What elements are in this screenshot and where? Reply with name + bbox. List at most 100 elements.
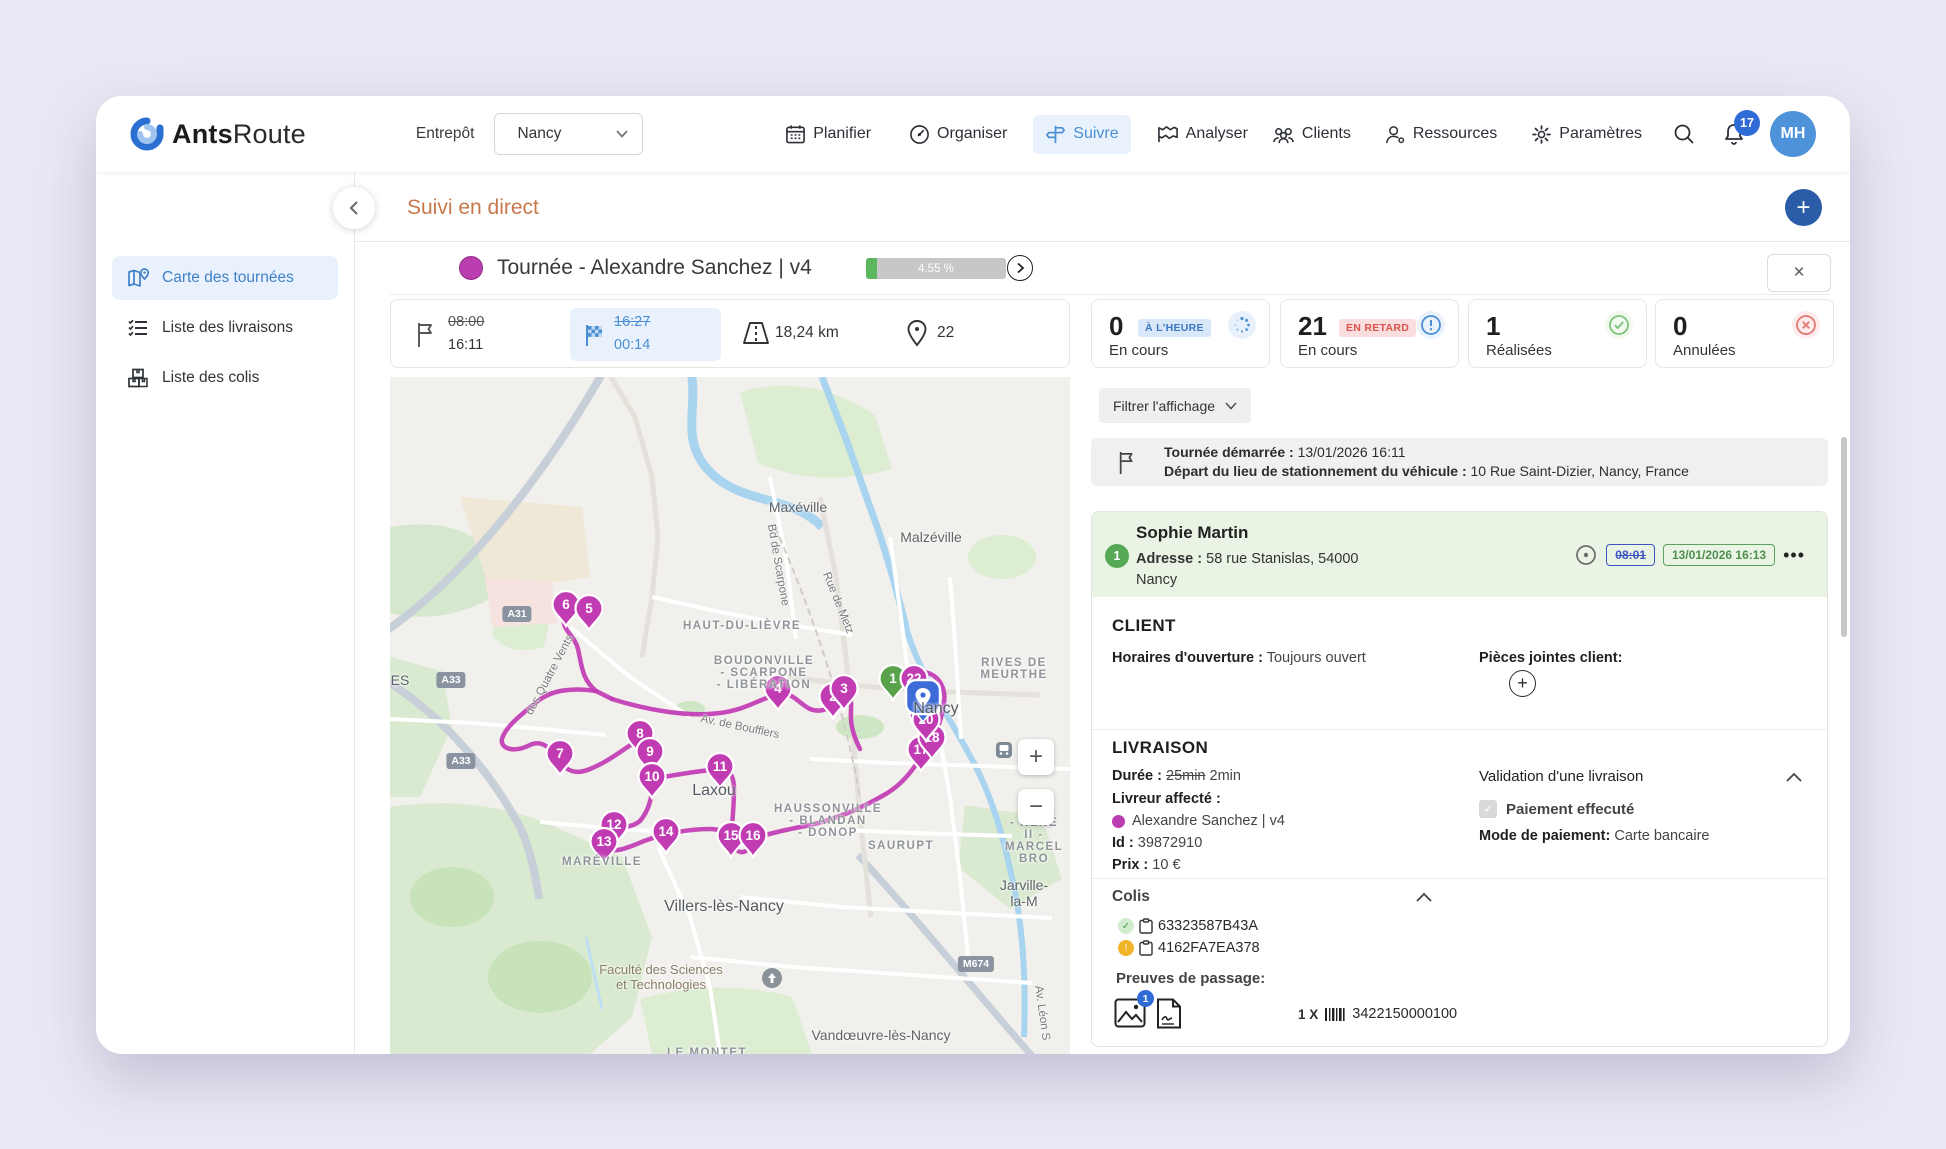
actual-start-time: 16:11 — [448, 334, 484, 357]
map-canvas[interactable]: 654237891011121314151612219171820 Maxévi… — [390, 377, 1070, 1054]
panel-scrollbar[interactable] — [1841, 437, 1847, 637]
road-shield-M674: M674 — [958, 956, 994, 972]
spinner-icon — [1228, 311, 1256, 339]
nav-analyser[interactable]: Analyser — [1145, 115, 1260, 154]
add-button[interactable]: + — [1785, 189, 1822, 226]
filter-display-button[interactable]: Filtrer l'affichage — [1099, 388, 1251, 423]
client-attachments-label: Pièces jointes client: — [1479, 650, 1622, 666]
sidebar-item-liste-des-colis[interactable]: Liste des colis — [112, 356, 338, 400]
stops-pin-icon — [905, 319, 929, 352]
status-card-done: 1 Réalisées — [1468, 299, 1647, 368]
late-label: En cours — [1298, 342, 1357, 359]
delivery-id: Id : 39872910 — [1112, 835, 1202, 851]
map-label: Av. de Boufflers — [700, 713, 781, 741]
chevron-up-icon[interactable] — [1786, 772, 1802, 782]
map-label: Vandœuvre-lès-Nancy — [811, 1027, 950, 1043]
brand-name: AntsRoute — [172, 119, 306, 150]
map-label: HAUT-DU-LIÈVRE — [683, 620, 801, 632]
start-times: 08:00 16:11 — [448, 311, 484, 357]
planned-time-badge: 08:01 — [1606, 544, 1655, 566]
cancel-circle-icon — [1792, 311, 1820, 339]
map-label: Bd de Scarpone — [765, 523, 791, 606]
parcel-row[interactable]: ! 4162FA7EA378 — [1118, 940, 1260, 956]
route-header: Tournée - Alexandre Sanchez | v4 4.55 % … — [355, 242, 1850, 294]
nav-parametres[interactable]: Paramètres — [1519, 115, 1654, 154]
chart-flag-icon — [1157, 124, 1179, 145]
clipboard-icon — [1139, 918, 1153, 934]
collapse-sidebar-button[interactable] — [333, 187, 375, 229]
stop-menu-button[interactable]: ••• — [1783, 545, 1805, 566]
status-card-on-time: 0 À L'HEURE En cours — [1091, 299, 1270, 368]
chevron-right-icon — [1016, 262, 1025, 274]
on-time-label: En cours — [1109, 342, 1168, 359]
nav-clients[interactable]: Clients — [1260, 115, 1363, 154]
clients-icon — [1272, 124, 1295, 145]
tour-start-info: Tournée démarrée : 13/01/2026 16:11 Dépa… — [1091, 438, 1828, 486]
nav-planifier[interactable]: Planifier — [773, 115, 883, 154]
tour-departure-line: Départ du lieu de stationnement du véhic… — [1164, 462, 1689, 481]
search-button[interactable] — [1664, 114, 1704, 154]
map-label: Av. Léon S — [1032, 985, 1052, 1041]
route-next-button[interactable] — [1007, 255, 1033, 281]
add-attachment-button[interactable]: + — [1509, 670, 1536, 697]
close-panel-button[interactable]: × — [1767, 254, 1831, 292]
late-count: 21 — [1298, 311, 1327, 342]
stop-header[interactable]: 1 Sophie Martin Adresse : 58 rue Stanisl… — [1092, 512, 1827, 597]
sidebar-item-liste-des-livraisons[interactable]: Liste des livraisons — [112, 306, 338, 350]
sidebar-item-carte-des-tournees[interactable]: Carte des tournées — [112, 256, 338, 300]
road-shield-A31: A31 — [502, 606, 531, 622]
ressources-icon — [1385, 124, 1406, 145]
stop-name: Sophie Martin — [1136, 523, 1248, 543]
checklist-icon — [126, 316, 150, 340]
stop-detail-card: 1 Sophie Martin Adresse : 58 rue Stanisl… — [1091, 511, 1828, 1047]
parcel-code: 63323587B43A — [1158, 918, 1258, 934]
proof-photo-button[interactable]: 1 — [1114, 998, 1146, 1033]
entrepot-label: Entrepôt — [416, 125, 475, 143]
done-count: 1 — [1486, 311, 1500, 342]
antsroute-logo-icon — [130, 117, 164, 151]
client-heading: CLIENT — [1112, 616, 1176, 636]
map-zoom-out-button[interactable]: − — [1018, 789, 1054, 825]
nav-suivre[interactable]: Suivre — [1033, 115, 1130, 154]
nav-organiser[interactable]: Organiser — [897, 115, 1019, 154]
avatar[interactable]: MH — [1770, 111, 1816, 157]
remaining-time: 00:14 — [614, 334, 650, 357]
end-times: 16:27 00:14 — [614, 311, 650, 357]
payment-checkbox[interactable]: ✓ — [1479, 800, 1497, 818]
distance-value: 18,24 km — [775, 324, 839, 342]
end-time-box: 16:27 00:14 — [570, 308, 721, 361]
stop-number-badge: 1 — [1105, 544, 1129, 568]
map-zoom-in-button[interactable]: + — [1018, 739, 1054, 775]
map-label: Malzéville — [900, 529, 961, 545]
finish-flag-icon — [583, 323, 607, 352]
route-stats-card: 08:00 16:11 16:27 00:14 18,24 km — [390, 299, 1070, 368]
chevron-left-icon — [348, 200, 360, 216]
warehouse-select[interactable]: Nancy — [494, 113, 643, 155]
notifications-button[interactable]: 17 — [1714, 114, 1754, 154]
barcode-value: 3422150000100 — [1352, 1006, 1457, 1022]
barcode-row: 1 X 3422150000100 — [1298, 1006, 1457, 1022]
barcode-icon — [1324, 1007, 1346, 1022]
stop-address: Adresse : 58 rue Stanislas, 54000 Nancy — [1136, 549, 1358, 591]
map-label: ES — [391, 672, 410, 688]
payment-mode: Mode de paiement: Carte bancaire — [1479, 828, 1709, 844]
nav-ressources[interactable]: Ressources — [1373, 115, 1509, 154]
target-icon[interactable] — [1574, 543, 1598, 567]
parcel-row[interactable]: ✓ 63323587B43A — [1118, 918, 1258, 934]
cancelled-label: Annulées — [1673, 342, 1736, 359]
navbar: AntsRoute Entrepôt Nancy Planifier Organ… — [96, 96, 1850, 172]
map-label: MARÉVILLE — [562, 856, 642, 868]
map-label: BOUDONVILLE - SCARPONE - LIBÉRATION — [714, 655, 814, 691]
brand-logo: AntsRoute — [130, 117, 306, 151]
proof-signature-button[interactable] — [1156, 998, 1182, 1034]
chevron-up-icon[interactable] — [1416, 892, 1432, 902]
flag-icon — [415, 322, 439, 353]
page-title: Suivi en direct — [407, 196, 539, 220]
progress-label: 4.55 % — [866, 258, 1006, 279]
map-label: Rue de Metz — [820, 571, 856, 636]
gauge-icon — [909, 124, 930, 145]
main-area: Suivi en direct + Tournée - Alexandre Sa… — [355, 172, 1850, 1054]
on-time-count: 0 — [1109, 311, 1123, 342]
divider — [390, 294, 1831, 295]
sidebar: Carte des tournées Liste des livraisons … — [96, 172, 355, 1054]
